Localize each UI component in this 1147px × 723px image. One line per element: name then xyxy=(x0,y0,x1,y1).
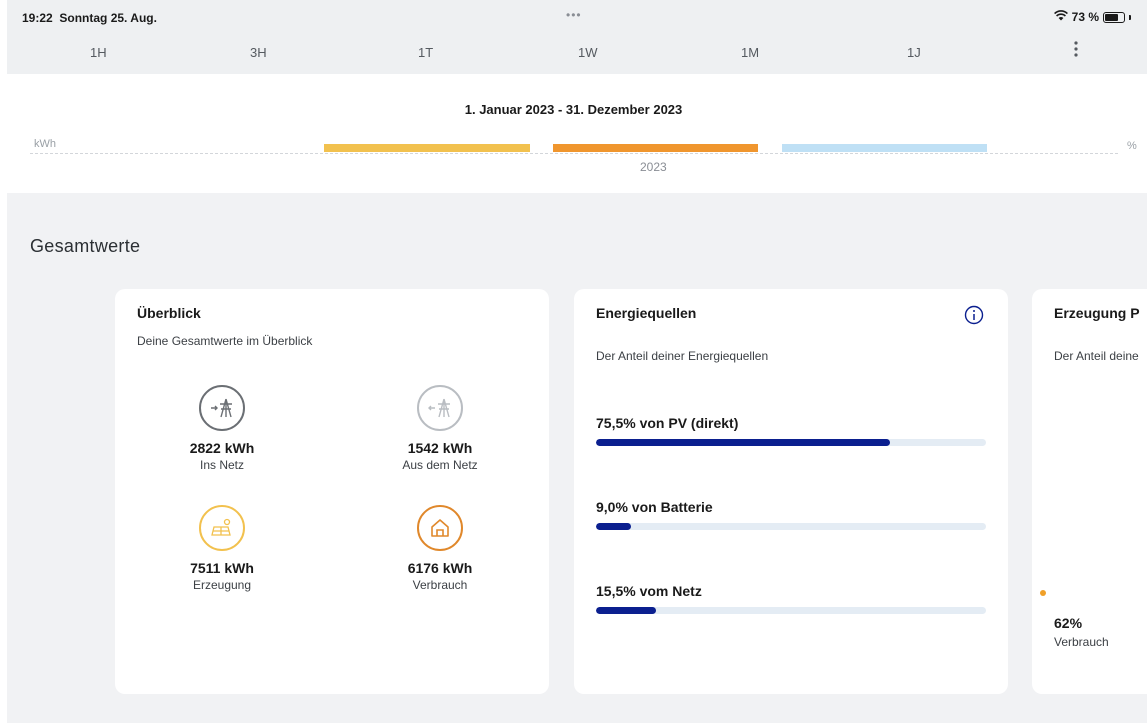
tab-1j[interactable]: 1J xyxy=(907,45,921,60)
production-legend-value: 62% xyxy=(1054,615,1083,631)
tab-3h[interactable]: 3H xyxy=(250,45,267,60)
sources-title: Energiequellen xyxy=(596,305,697,321)
production-legend-label: Verbrauch xyxy=(1054,635,1109,649)
tab-1m[interactable]: 1M xyxy=(741,45,759,60)
sources-subtitle: Der Anteil deiner Energiequellen xyxy=(596,349,769,363)
chart-unit-left: kWh xyxy=(34,138,56,150)
source-bar-fill xyxy=(596,439,891,446)
energy-sources-card: Energiequellen Der Anteil deiner Energie… xyxy=(574,289,1008,694)
status-date: Sonntag 25. Aug. xyxy=(59,11,157,25)
source-bar-fill xyxy=(596,523,632,530)
house-icon xyxy=(417,505,463,551)
source-bar-track xyxy=(596,523,986,530)
screen-edge xyxy=(0,0,7,723)
energy-chart: kWh % 2023 xyxy=(0,136,1147,184)
solar-panel-icon xyxy=(199,505,245,551)
tab-1t[interactable]: 1T xyxy=(418,45,433,60)
status-time: 19:22 Sonntag 25. Aug. xyxy=(22,11,157,25)
source-bar-track xyxy=(596,439,986,446)
status-clock: 19:22 xyxy=(22,11,53,25)
production-card: Erzeugung P Der Anteil deine 62% Verbrau… xyxy=(1032,289,1147,694)
source-bar-track xyxy=(596,607,986,614)
chart-unit-right: % xyxy=(1127,140,1137,152)
grid-export-icon xyxy=(199,385,245,431)
tab-1h[interactable]: 1H xyxy=(90,45,107,60)
chart-axis-line xyxy=(30,153,1118,154)
chart-bar-production xyxy=(324,144,530,152)
overview-subtitle: Deine Gesamtwerte im Überblick xyxy=(137,334,313,348)
battery-icon xyxy=(1103,11,1125,23)
chart-x-label: 2023 xyxy=(640,160,667,174)
metric-grid-import: 1542 kWh Aus dem Netz xyxy=(365,385,515,472)
overview-title: Überblick xyxy=(137,305,201,321)
overview-card: Überblick Deine Gesamtwerte im Überblick… xyxy=(115,289,549,694)
status-indicators: 73 % xyxy=(1053,10,1131,24)
metric-value: 1542 kWh xyxy=(407,440,473,456)
date-range-label[interactable]: 1. Januar 2023 - 31. Dezember 2023 xyxy=(0,102,1147,117)
source-row-battery: 9,0% von Batterie xyxy=(596,499,986,530)
section-title: Gesamtwerte xyxy=(30,236,141,256)
time-range-tabs: 1H 3H 1T 1W 1M 1J xyxy=(0,34,1147,74)
metric-label: Ins Netz xyxy=(199,458,244,472)
battery-percent: 73 % xyxy=(1071,10,1099,24)
metric-label: Verbrauch xyxy=(412,578,468,592)
metric-value: 2822 kWh xyxy=(189,440,255,456)
metric-consumption: 6176 kWh Verbrauch xyxy=(365,505,515,592)
more-vertical-icon[interactable] xyxy=(1073,40,1079,63)
production-subtitle: Der Anteil deine xyxy=(1054,349,1139,363)
source-label: 15,5% vom Netz xyxy=(596,583,702,599)
source-row-grid: 15,5% vom Netz xyxy=(596,583,986,614)
battery-tip xyxy=(1129,14,1131,20)
multitasking-dots[interactable]: ••• xyxy=(566,8,582,22)
production-title: Erzeugung P xyxy=(1054,305,1140,321)
wifi-icon xyxy=(1053,10,1068,24)
source-label: 9,0% von Batterie xyxy=(596,499,713,515)
tab-1w[interactable]: 1W xyxy=(578,45,598,60)
metric-grid-export: 2822 kWh Ins Netz xyxy=(147,385,297,472)
metric-production: 7511 kWh Erzeugung xyxy=(147,505,297,592)
metric-label: Erzeugung xyxy=(192,578,252,592)
metric-label: Aus dem Netz xyxy=(402,458,478,472)
status-bar: 19:22 Sonntag 25. Aug. ••• 73 % xyxy=(0,0,1147,34)
source-row-pv: 75,5% von PV (direkt) xyxy=(596,415,986,446)
metric-value: 6176 kWh xyxy=(407,560,473,576)
chart-bar-consumption xyxy=(553,144,758,152)
legend-dot xyxy=(1040,590,1046,596)
chart-bar-grid xyxy=(782,144,987,152)
source-label: 75,5% von PV (direkt) xyxy=(596,415,739,431)
metric-value: 7511 kWh xyxy=(190,560,254,576)
grid-import-icon xyxy=(417,385,463,431)
info-icon[interactable] xyxy=(964,305,984,330)
source-bar-fill xyxy=(596,607,657,614)
